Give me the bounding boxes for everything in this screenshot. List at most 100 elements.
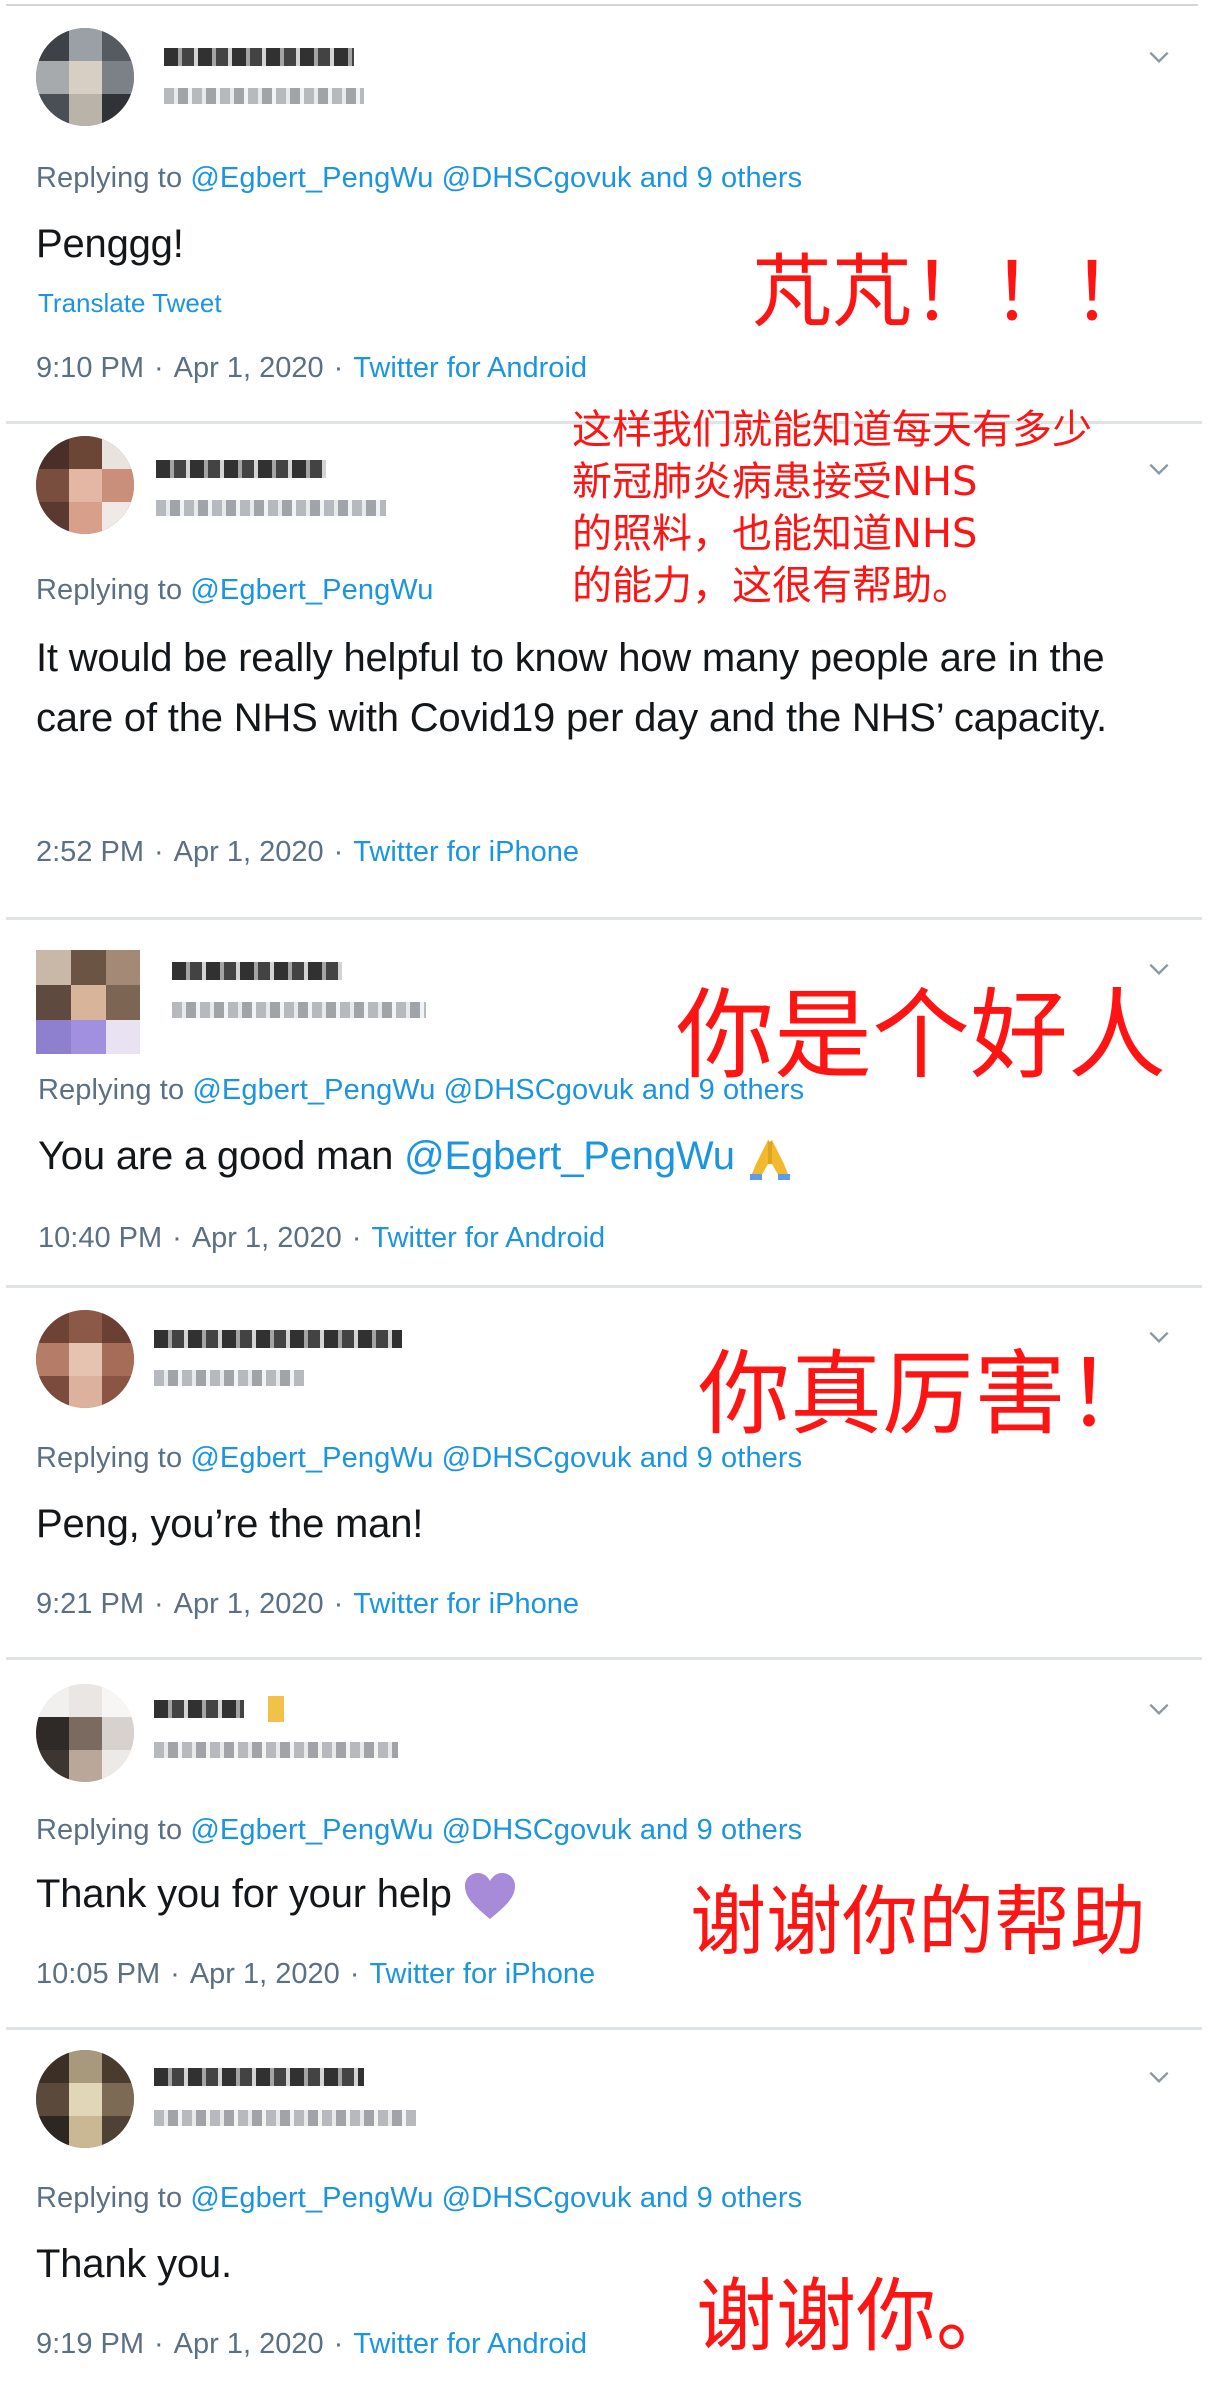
separator-dot: ·	[333, 2328, 344, 2360]
separator-dot: ·	[349, 1958, 360, 1990]
tweet-time[interactable]: 9:21 PM	[36, 1588, 144, 1620]
separator-dot: ·	[154, 352, 164, 384]
name-emoji-blurred	[268, 1696, 284, 1722]
annotation-line: 新冠肺炎病患接受NHS	[572, 459, 978, 505]
mention-link[interactable]: @Egbert_PengWu	[404, 1134, 735, 1178]
avatar[interactable]	[36, 28, 134, 126]
others-link[interactable]: and 9 others	[640, 162, 802, 194]
mention-link[interactable]: @Egbert_PengWu	[190, 162, 433, 194]
author-name-blurred[interactable]	[154, 1700, 244, 1718]
author-name-blurred[interactable]	[156, 460, 326, 478]
author-name-blurred[interactable]	[154, 1330, 402, 1348]
tweet-card[interactable]: Replying to @Egbert_PengWu @DHSCgovuk an…	[6, 1288, 1202, 1660]
purple-heart-emoji	[464, 1873, 515, 1920]
chinese-annotation: 你真厉害！	[698, 1341, 1159, 1448]
separator-dot: ·	[170, 1958, 180, 1990]
author-name-blurred[interactable]	[154, 2068, 364, 2086]
tweet-card[interactable]: Replying to @Egbert_PengWu It would be r…	[6, 407, 1202, 920]
annotation-line: 这样我们就能知道每天有多少	[572, 407, 1092, 453]
mention-link[interactable]: @Egbert_PengWu	[190, 1442, 433, 1474]
separator-dot: ·	[154, 1588, 164, 1620]
tweet-text: It would be really helpful to know how m…	[36, 636, 1107, 740]
replying-to-line: Replying to @Egbert_PengWu @DHSCgovuk an…	[36, 1814, 803, 1846]
replying-to-line: Replying to @Egbert_PengWu @DHSCgovuk an…	[36, 162, 803, 194]
separator-dot: ·	[351, 1222, 362, 1254]
author-handle-blurred[interactable]	[154, 1742, 398, 1758]
chevron-down-icon[interactable]	[1146, 456, 1172, 482]
tweet-text: You are a good man @Egbert_PengWu	[38, 1126, 794, 1186]
author-handle-blurred[interactable]	[172, 1002, 426, 1018]
tweet-client[interactable]: Twitter for Android	[353, 352, 587, 384]
chinese-annotation: 谢谢你的帮助	[690, 1877, 1146, 1966]
tweet-card[interactable]: Replying to @Egbert_PengWu @DHSCgovuk an…	[6, 6, 1202, 424]
tweet-date[interactable]: Apr 1, 2020	[174, 836, 324, 868]
tweet-date[interactable]: Apr 1, 2020	[174, 1588, 324, 1620]
tweet-meta: 2:52 PM · Apr 1, 2020 · Twitter for iPhone	[36, 836, 579, 869]
mention-link[interactable]: @Egbert_PengWu	[192, 1074, 435, 1106]
tweet-date[interactable]: Apr 1, 2020	[190, 1958, 340, 1990]
author-name-blurred[interactable]	[164, 48, 354, 66]
tweet-client[interactable]: Twitter for iPhone	[353, 836, 579, 868]
folded-hands-emoji	[749, 1140, 790, 1181]
author-handle-blurred[interactable]	[164, 88, 364, 104]
replying-to-line: Replying to @Egbert_PengWu	[36, 574, 434, 606]
replying-to-line: Replying to @Egbert_PengWu @DHSCgovuk an…	[36, 2182, 803, 2214]
mention-link[interactable]: @DHSCgovuk	[442, 1814, 632, 1846]
mention-link[interactable]: @DHSCgovuk	[442, 2182, 632, 2214]
tweet-date[interactable]: Apr 1, 2020	[174, 352, 324, 384]
mention-link[interactable]: @DHSCgovuk	[444, 1074, 634, 1106]
mention-link[interactable]: @Egbert_PengWu	[190, 574, 433, 606]
author-handle-blurred[interactable]	[154, 2110, 416, 2126]
tweet-time[interactable]: 10:05 PM	[36, 1958, 160, 1990]
tweet-time[interactable]: 9:10 PM	[36, 352, 144, 384]
tweet-text: Thank you for your help	[36, 1864, 517, 1924]
translate-tweet-link[interactable]: Translate Tweet	[38, 288, 222, 319]
separator-dot: ·	[172, 1222, 182, 1254]
avatar[interactable]	[36, 1310, 134, 1408]
separator-dot: ·	[333, 352, 344, 384]
tweet-time[interactable]: 10:40 PM	[38, 1222, 162, 1254]
tweet-time[interactable]: 2:52 PM	[36, 836, 144, 868]
tweet-client[interactable]: Twitter for iPhone	[369, 1958, 595, 1990]
tweet-client[interactable]: Twitter for Android	[371, 1222, 605, 1254]
avatar[interactable]	[36, 436, 134, 534]
tweet-meta: 10:05 PM · Apr 1, 2020 · Twitter for iPhone	[36, 1958, 595, 1991]
author-handle-blurred[interactable]	[156, 500, 386, 516]
tweet-date[interactable]: Apr 1, 2020	[192, 1222, 342, 1254]
tweet-client[interactable]: Twitter for Android	[353, 2328, 587, 2360]
avatar[interactable]	[36, 2050, 134, 2148]
separator-dot: ·	[154, 2328, 164, 2360]
others-link[interactable]: and 9 others	[640, 1814, 802, 1846]
avatar[interactable]	[36, 950, 140, 1054]
tweet-client[interactable]: Twitter for iPhone	[353, 1588, 579, 1620]
chevron-down-icon[interactable]	[1146, 1696, 1172, 1722]
tweet-card[interactable]: Replying to @Egbert_PengWu @DHSCgovuk an…	[6, 1660, 1202, 2030]
chevron-down-icon[interactable]	[1146, 2064, 1172, 2090]
chinese-annotation: 谢谢你。	[696, 2270, 1016, 2363]
tweet-card[interactable]: Replying to @Egbert_PengWu @DHSCgovuk an…	[6, 2030, 1202, 2400]
mention-link[interactable]: @Egbert_PengWu	[190, 2182, 433, 2214]
mention-link[interactable]: @DHSCgovuk	[442, 162, 632, 194]
annotation-line: 的能力，这很有帮助。	[572, 563, 972, 609]
avatar[interactable]	[36, 1684, 134, 1782]
separator-dot: ·	[154, 836, 164, 868]
author-name-blurred[interactable]	[172, 962, 342, 980]
tweet-time[interactable]: 9:19 PM	[36, 2328, 144, 2360]
tweet-text: Penggg!	[36, 222, 184, 266]
chinese-annotation: 你是个好人	[676, 979, 1167, 1093]
separator-dot: ·	[333, 836, 344, 868]
separator-dot: ·	[333, 1588, 344, 1620]
mention-link[interactable]: @Egbert_PengWu	[190, 1814, 433, 1846]
chevron-down-icon[interactable]	[1146, 44, 1172, 70]
chinese-annotation: 这样我们就能知道每天有多少 新冠肺炎病患接受NHS 的照料，也能知道NHS 的能…	[572, 404, 1092, 612]
tweet-date[interactable]: Apr 1, 2020	[174, 2328, 324, 2360]
tweet-meta: 9:19 PM · Apr 1, 2020 · Twitter for Android	[36, 2328, 587, 2361]
tweet-meta: 9:10 PM · Apr 1, 2020 · Twitter for Android	[36, 352, 587, 385]
tweet-card[interactable]: Replying to @Egbert_PengWu @DHSCgovuk an…	[6, 920, 1202, 1288]
tweet-meta: 9:21 PM · Apr 1, 2020 · Twitter for iPhone	[36, 1588, 579, 1621]
mention-link[interactable]: @DHSCgovuk	[442, 1442, 632, 1474]
chinese-annotation: 芃芃！！！	[752, 246, 1152, 339]
author-handle-blurred[interactable]	[154, 1370, 304, 1386]
others-link[interactable]: and 9 others	[640, 2182, 802, 2214]
tweet-meta: 10:40 PM · Apr 1, 2020 · Twitter for Android	[38, 1222, 605, 1255]
